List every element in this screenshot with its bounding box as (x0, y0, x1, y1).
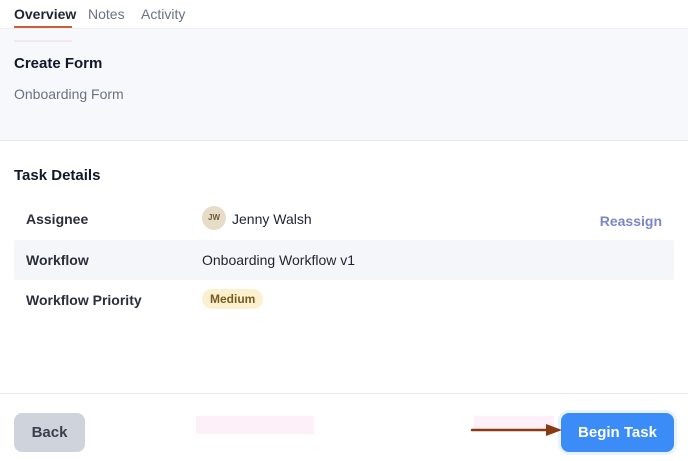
tab-notes[interactable]: Notes (88, 6, 125, 22)
assignee-label: Assignee (26, 211, 89, 227)
begin-task-button[interactable]: Begin Task (561, 413, 674, 452)
form-name: Onboarding Form (14, 86, 124, 102)
tab-overview[interactable]: Overview (14, 6, 76, 22)
footer-bar: Back Begin Task (0, 393, 688, 461)
reassign-link[interactable]: Reassign (600, 213, 662, 229)
task-details-title: Task Details (14, 167, 101, 184)
faint-ghost-block (196, 416, 314, 434)
arrow-right-icon (470, 424, 562, 436)
assignee-row: Assignee JW Jenny Walsh Reassign (14, 199, 674, 239)
priority-row: Workflow Priority Medium (14, 280, 674, 320)
create-form-title: Create Form (14, 55, 103, 72)
faint-underline (14, 40, 72, 42)
active-tab-indicator (14, 26, 72, 28)
workflow-label: Workflow (26, 252, 89, 268)
avatar: JW (202, 206, 226, 230)
tab-activity[interactable]: Activity (141, 6, 185, 22)
priority-label: Workflow Priority (26, 292, 142, 308)
workflow-row: Workflow Onboarding Workflow v1 (14, 240, 674, 280)
assignee-name: Jenny Walsh (232, 211, 312, 227)
priority-badge: Medium (202, 289, 264, 309)
back-button[interactable]: Back (14, 413, 85, 452)
workflow-value: Onboarding Workflow v1 (202, 252, 356, 268)
tab-bar: Overview Notes Activity (0, 0, 688, 29)
create-form-section: Create Form Onboarding Form (0, 29, 688, 141)
